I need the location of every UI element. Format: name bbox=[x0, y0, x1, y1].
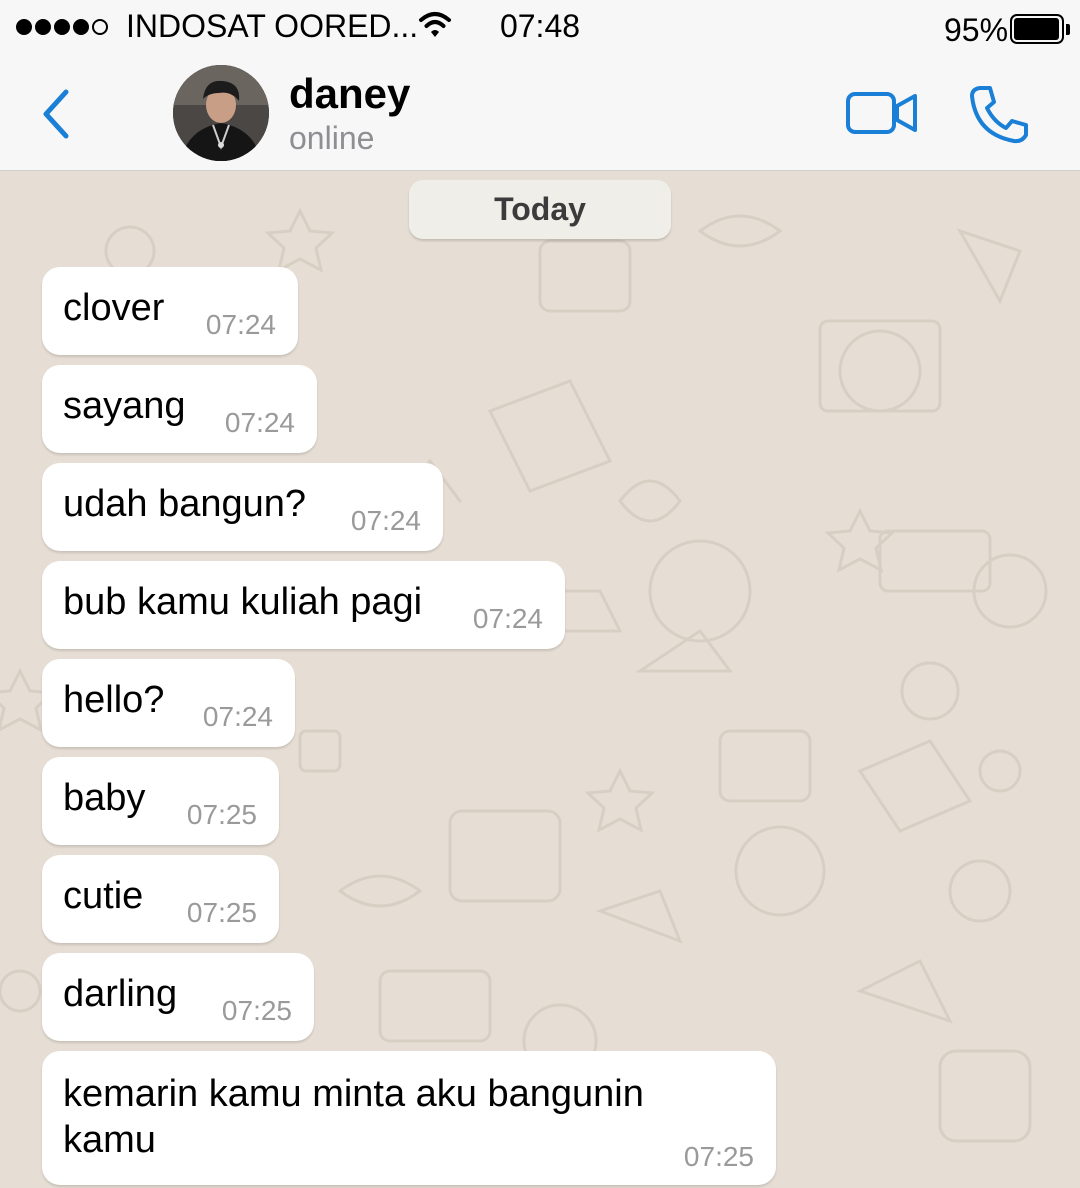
message-time: 07:24 bbox=[224, 407, 295, 438]
message-time: 07:24 bbox=[205, 309, 276, 340]
video-call-button[interactable] bbox=[845, 88, 919, 138]
message-text: bub kamu kuliah pagi bbox=[63, 581, 423, 623]
message-time: 07:25 bbox=[683, 1141, 754, 1172]
message-text: hello? bbox=[63, 679, 165, 721]
message-time: 07:24 bbox=[202, 701, 273, 732]
video-camera-icon bbox=[846, 92, 917, 134]
message-time: 07:24 bbox=[350, 505, 421, 536]
message-text: kamu bbox=[63, 1119, 156, 1161]
message-text: kemarin kamu minta aku bangunin bbox=[63, 1073, 644, 1115]
message-text: clover bbox=[63, 287, 165, 329]
message-time: 07:25 bbox=[186, 897, 257, 928]
message-bubble[interactable]: darling 07:25 bbox=[42, 953, 314, 1041]
message-bubble[interactable]: clover 07:24 bbox=[42, 267, 298, 355]
battery-percentage: 95% bbox=[944, 12, 1009, 48]
status-bar: INDOSAT OORED... 07:48 95% bbox=[0, 0, 1080, 56]
status-time: 07:48 bbox=[499, 8, 581, 44]
chat-header: daney online bbox=[0, 56, 1080, 171]
message-time: 07:25 bbox=[221, 995, 292, 1026]
message-bubble[interactable]: udah bangun? 07:24 bbox=[42, 463, 443, 551]
message-text: sayang bbox=[63, 385, 186, 427]
contact-name[interactable]: daney bbox=[289, 70, 410, 118]
message-bubble[interactable]: sayang 07:24 bbox=[42, 365, 317, 453]
phone-icon bbox=[970, 86, 1028, 144]
message-bubble[interactable]: baby 07:25 bbox=[42, 757, 279, 845]
message-bubble[interactable]: cutie 07:25 bbox=[42, 855, 279, 943]
chevron-left-icon bbox=[43, 89, 69, 139]
contact-status: online bbox=[289, 120, 375, 156]
message-bubble[interactable]: kemarin kamu minta aku bangunin kamu 07:… bbox=[42, 1051, 776, 1185]
message-time: 07:25 bbox=[186, 799, 257, 830]
voice-call-button[interactable] bbox=[966, 84, 1030, 144]
chat-area[interactable]: Today clover 07:24 sayang 07:24 udah ban… bbox=[0, 171, 1080, 1188]
message-bubble[interactable]: hello? 07:24 bbox=[42, 659, 295, 747]
contact-avatar[interactable] bbox=[173, 65, 269, 161]
message-text: baby bbox=[63, 777, 146, 819]
message-text: udah bangun? bbox=[63, 483, 307, 525]
message-time: 07:24 bbox=[472, 603, 543, 634]
back-button[interactable] bbox=[34, 84, 78, 144]
message-text: darling bbox=[63, 973, 178, 1015]
date-separator: Today bbox=[409, 180, 671, 239]
message-text: cutie bbox=[63, 875, 144, 917]
battery-icon bbox=[1010, 14, 1070, 46]
message-bubble[interactable]: bub kamu kuliah pagi 07:24 bbox=[42, 561, 565, 649]
